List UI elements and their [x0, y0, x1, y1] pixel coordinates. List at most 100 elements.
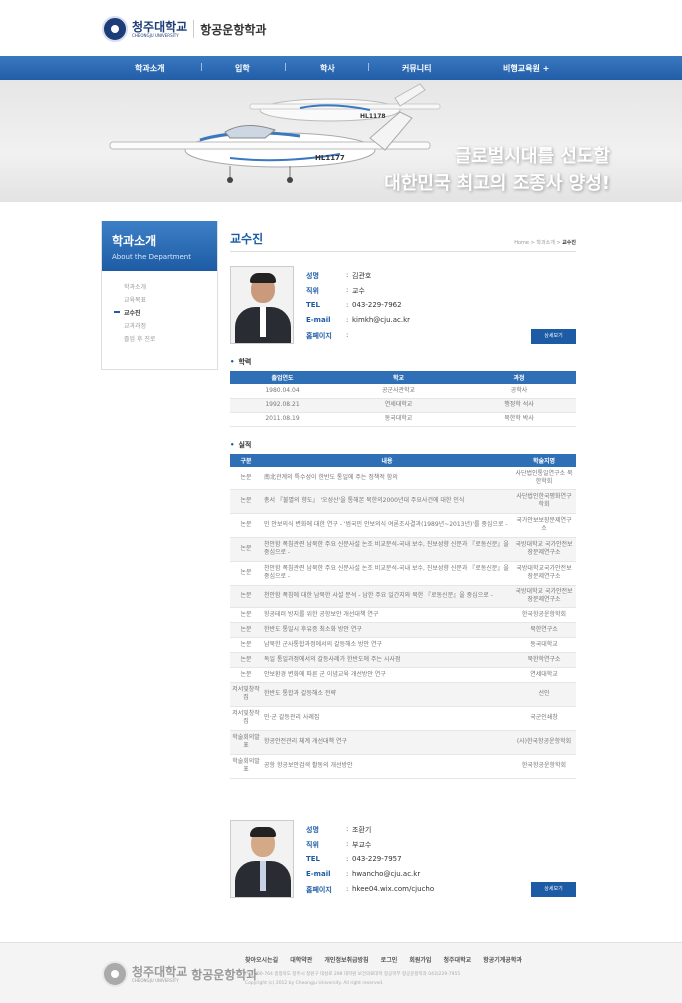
professor-photo	[230, 820, 294, 898]
col-header-category: 구분	[230, 454, 262, 467]
table-row: 논문 안보환경 변화에 따른 군 이념교육 개선방안 연구 연세대학교	[230, 667, 576, 683]
footer-link-login[interactable]: 로그인	[381, 957, 398, 964]
table-row: 논문 독일 통일과정에서의 갈등사례가 한반도에 주는 시사점 북한학연구소	[230, 652, 576, 668]
professor-position: 부교수	[352, 841, 372, 849]
breadcrumb-about[interactable]: 학과소개	[536, 240, 554, 246]
sidebar-item-goals[interactable]: 교육목표	[102, 295, 217, 308]
nav-item-about[interactable]: 학과소개	[135, 63, 164, 74]
tel-label: TEL	[306, 855, 321, 863]
table-row: 2011.08.19 동국대학교 북한학 박사	[230, 412, 576, 427]
footer-link-signup[interactable]: 회원가입	[409, 957, 431, 964]
breadcrumb-current: 교수진	[562, 240, 576, 246]
email-label: E-mail	[306, 316, 331, 324]
table-row: 논문 총서 『불멸의 향도』 '오성산'을 통해본 북한의2000년대 주요사건에…	[230, 489, 576, 514]
professor-tel: 043-229-7962	[352, 301, 402, 309]
logo-divider	[193, 20, 195, 38]
footer-link-terms[interactable]: 대학약관	[290, 957, 312, 964]
airplane-front-image: HL1177	[109, 111, 431, 183]
position-label: 직위	[306, 841, 319, 849]
email-label: E-mail	[306, 870, 331, 878]
professor-info: 성명: 조환기 직위: 부교수 TEL:043-229-7957 E-mail: hw…	[306, 825, 434, 900]
col-header-year: 졸업연도	[230, 371, 335, 384]
footer-university-name-en: CHEONGJU UNIVERSITY	[132, 977, 179, 983]
nav-item-admission[interactable]: 입학	[235, 63, 250, 74]
sidebar-item-about[interactable]: 학과소개	[102, 282, 217, 295]
table-row: 논문 민 안보의식 변화에 대한 연구 - '범국민 안보의식 여론조사결과(19…	[230, 513, 576, 538]
professor-email[interactable]: kimkh@cju.ac.kr	[352, 316, 410, 331]
main-nav: 학과소개 | 입학 | 학사 | 커뮤니티 비행교육원 +	[0, 56, 682, 80]
name-label: 성명	[306, 826, 319, 834]
nav-item-community[interactable]: 커뮤니티	[402, 63, 431, 74]
nav-item-academics[interactable]: 학사	[320, 63, 335, 74]
title-divider	[230, 251, 576, 252]
table-row: 논문 천안함 폭침관련 남북한 주요 신문사설 논조 비교분석-국내 보수, 진보…	[230, 561, 576, 586]
position-label: 직위	[306, 287, 319, 295]
table-row: 1980.04.04 공군사관학교 공학사	[230, 384, 576, 399]
breadcrumb-home[interactable]: Home	[514, 240, 529, 246]
table-row: 논문 천안함 폭침관련 남북한 주요 신문사설 논조 비교분석-국내 보수, 진보…	[230, 537, 576, 562]
professor-email[interactable]: hwancho@cju.ac.kr	[352, 870, 420, 885]
hero-headline-1: 글로벌시대를 선도할	[454, 146, 610, 167]
nav-separator: |	[367, 62, 370, 71]
footer-university-name-ko: 청주대학교	[132, 964, 188, 979]
sidebar-header: 학과소개 About the Department	[102, 221, 217, 271]
footer-link-privacy[interactable]: 개인정보취급방침	[324, 957, 368, 964]
homepage-label: 홈페이지	[306, 886, 332, 894]
sidebar: 학과소개 About the Department 학과소개 교육목표 교수진 …	[101, 221, 218, 370]
table-row: 학술회의발표 항공안전관리 체계 개선대책 연구 (사)한국항공운항학회	[230, 730, 576, 755]
footer-links: 찾아오시는길 대학약관 개인정보취급방침 로그인 회원가입 청주대학교 항공기계…	[245, 955, 532, 964]
table-row: 논문 남북한 군사통합과정에서의 갈등해소 방안 연구 동국대학교	[230, 637, 576, 653]
professor-tel: 043-229-7957	[352, 855, 402, 863]
sidebar-item-curriculum[interactable]: 교과과정	[102, 321, 217, 334]
table-row: 논문 南北관계의 특수성이 한반도 통일에 주는 정책적 함의 사단법인통일연구소 …	[230, 467, 576, 490]
table-row: 논문 한반도 통일시 후유증 최소화 방안 연구 북한연구소	[230, 622, 576, 638]
table-row: 학술회의발표 공항 항공보안검색 활동의 개선방안 한국항공운항학회	[230, 754, 576, 779]
breadcrumb: Home > 학과소개 > 교수진	[514, 239, 576, 246]
department-name: 항공운항학과	[200, 22, 267, 37]
professor-homepage[interactable]: hkee04.wix.com/cjucho	[352, 885, 434, 900]
professor-position: 교수	[352, 287, 365, 295]
tel-label: TEL	[306, 301, 321, 309]
page-title: 교수진	[230, 232, 264, 246]
sidebar-subtitle: About the Department	[112, 253, 191, 261]
hero-banner: HL1178 HL1177 글로벌시대를 선도할 대한민국 최고의 조종사 양성…	[0, 80, 682, 202]
homepage-label: 홈페이지	[306, 332, 332, 340]
footer-address: (우) 360-764 충청북도 청주시 청원구 대성로 298 대학원 보건의…	[245, 972, 461, 977]
nav-separator: |	[284, 62, 287, 71]
col-header-journal: 학술지명	[512, 454, 576, 467]
achievements-table: 구분 내용 학술지명 논문 南北관계의 특수성이 한반도 통일에 주는 정책적 함…	[230, 454, 576, 779]
sidebar-item-careers[interactable]: 졸업 후 진로	[102, 334, 217, 347]
col-header-content: 내용	[262, 454, 512, 467]
footer-logo[interactable]: 청주대학교 CHEONGJU UNIVERSITY 항공운항학과	[102, 961, 257, 987]
table-row: 1992.08.21 연세대학교 행정학 석사	[230, 398, 576, 413]
footer-link-directions[interactable]: 찾아오시는길	[245, 957, 278, 964]
detail-button[interactable]: 상세보기	[531, 329, 576, 344]
nav-separator: |	[200, 62, 203, 71]
site-footer: 청주대학교 CHEONGJU UNIVERSITY 항공운항학과 찾아오시는길 …	[0, 942, 682, 1003]
education-section-title: 학력	[230, 357, 251, 367]
professor-info: 성명: 김관호 직위: 교수 TEL:043-229-7962 E-mail: kim…	[306, 271, 410, 346]
sidebar-menu: 학과소개 교육목표 교수진 교과과정 졸업 후 진로	[102, 282, 217, 347]
sidebar-item-faculty[interactable]: 교수진	[102, 308, 217, 321]
table-header-row: 구분 내용 학술지명	[230, 454, 576, 467]
table-row: 저서및창작집 민·군 갈등관리 사례집 국군인쇄창	[230, 706, 576, 731]
breadcrumb-separator: >	[530, 240, 535, 246]
university-logo[interactable]: 청주대학교 CHEONGJU UNIVERSITY 항공운항학과	[102, 16, 266, 42]
sidebar-title: 학과소개	[112, 234, 157, 248]
footer-link-university[interactable]: 청주대학교	[444, 957, 472, 964]
detail-button[interactable]: 상세보기	[531, 882, 576, 897]
education-table: 졸업연도 학교 과정 1980.04.04 공군사관학교 공학사 1992.08.2…	[230, 371, 576, 427]
university-seal-icon	[102, 16, 128, 42]
footer-copyright: Copyright (c) 2012 by Cheongju Universit…	[245, 981, 384, 986]
nav-item-flight-center[interactable]: 비행교육원 +	[503, 63, 549, 74]
col-header-course: 과정	[462, 371, 576, 384]
table-row: 저서및창작집 한반도 통합과 갈등해소 전략 선인	[230, 682, 576, 707]
name-label: 성명	[306, 272, 319, 280]
footer-link-aero-mech[interactable]: 항공기계공학과	[483, 957, 522, 964]
hero-headline-2: 대한민국 최고의 조종사 양성!	[384, 173, 610, 194]
professor-name: 조환기	[352, 826, 372, 834]
university-name-ko: 청주대학교	[132, 19, 188, 34]
airplane-front-registration: HL1177	[315, 154, 345, 162]
table-row: 논문 항공테러 방지를 위한 공항보안 개선대책 연구 한국항공운항학회	[230, 607, 576, 623]
university-name: 청주대학교 CHEONGJU UNIVERSITY	[132, 21, 187, 38]
